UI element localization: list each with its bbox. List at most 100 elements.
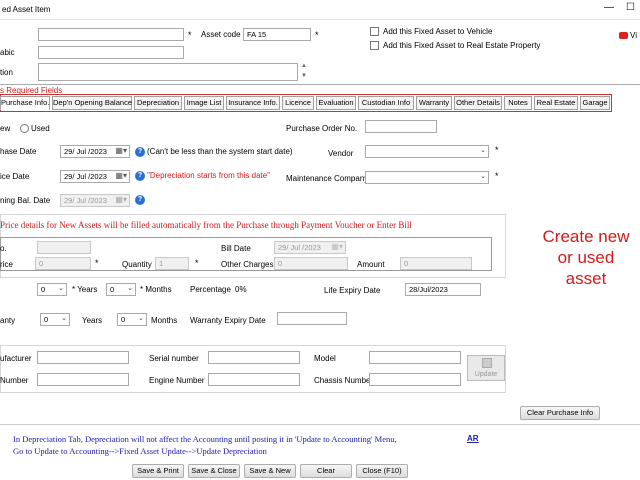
used-radio[interactable] xyxy=(20,124,29,133)
engine-number-field[interactable] xyxy=(208,373,300,386)
required-marker: * xyxy=(195,258,199,268)
service-date-value: 29/ Jul /2023 xyxy=(64,172,107,181)
bill-date-value: 29/ Jul /2023 xyxy=(278,243,321,252)
warranty-expiry-label: Warranty Expiry Date xyxy=(190,316,266,325)
other-charges-field[interactable]: 0 xyxy=(274,257,348,270)
footer-note-line1: In Depreciation Tab, Depreciation will n… xyxy=(13,434,397,444)
save-icon xyxy=(482,358,492,368)
tab-depn-opening-balance[interactable]: Dep'n Opening Balance xyxy=(52,96,132,110)
save-print-button[interactable]: Save & Print xyxy=(132,464,184,478)
warranty-years-select[interactable]: 0 ⌄ xyxy=(40,313,70,326)
purchase-date-value: 29/ Jul /2023 xyxy=(64,147,107,156)
calendar-icon[interactable]: ▦▾ xyxy=(115,146,127,156)
life-years-text: Years xyxy=(77,285,98,294)
amount-label: Amount xyxy=(357,260,385,269)
service-date-label: ice Date xyxy=(0,172,30,181)
required-marker: * xyxy=(315,30,319,40)
required-marker: * xyxy=(495,171,499,181)
maximize-button[interactable]: ☐ xyxy=(626,3,635,13)
calendar-icon[interactable]: ▦▾ xyxy=(115,171,127,181)
help-icon[interactable]: ? xyxy=(135,147,145,157)
tab-other-details[interactable]: Other Details xyxy=(454,96,502,110)
warranty-label: anty xyxy=(0,316,16,325)
warranty-expiry-field[interactable] xyxy=(277,312,347,325)
price-label: rice xyxy=(0,260,13,269)
service-date-field[interactable]: 29/ Jul /2023 ▦▾ xyxy=(60,170,130,183)
chevron-down-icon: ⌄ xyxy=(480,173,486,180)
price-field[interactable]: 0 xyxy=(35,257,91,270)
tab-notes[interactable]: Notes xyxy=(504,96,532,110)
divider xyxy=(0,424,640,425)
model-label: Model xyxy=(314,354,336,363)
tab-image-list[interactable]: Image List xyxy=(184,96,224,110)
close-button[interactable]: Close (F10) xyxy=(356,464,408,478)
arabic-name-label: abic xyxy=(0,48,15,57)
life-expiry-field[interactable]: 28/Jul/2023 xyxy=(405,283,481,296)
scroll-arrow-icon[interactable]: ▲ xyxy=(301,63,307,69)
model-field[interactable] xyxy=(369,351,461,364)
purchase-order-field[interactable] xyxy=(365,120,437,133)
tab-real-estate[interactable]: Real Estate xyxy=(534,96,578,110)
new-label: ew xyxy=(0,124,11,133)
warranty-months-label: Months xyxy=(151,316,178,325)
life-months-select[interactable]: 0 ⌄ xyxy=(106,283,136,296)
calendar-icon[interactable]: ▦▾ xyxy=(331,242,343,252)
warranty-months-value: 0 xyxy=(121,315,126,324)
minimize-button[interactable]: — xyxy=(604,3,614,13)
chassis-number-label: Chassis Number xyxy=(314,376,374,385)
voucher-no-field[interactable] xyxy=(37,241,91,254)
quantity-field[interactable]: 1 xyxy=(155,257,189,270)
tab-custodian-info[interactable]: Custodian Info xyxy=(358,96,414,110)
life-years-select[interactable]: 0 ⌄ xyxy=(37,283,67,296)
divider xyxy=(0,84,640,85)
description-field[interactable] xyxy=(38,63,298,81)
video-link[interactable]: Vi xyxy=(630,31,637,41)
name-field[interactable] xyxy=(38,28,184,41)
number-field[interactable] xyxy=(37,373,129,386)
window-title: ed Asset Item xyxy=(2,5,51,14)
clear-purchase-info-button[interactable]: Clear Purchase Info xyxy=(520,406,600,420)
opening-bal-date-field[interactable]: 29/ Jul /2023 ▦▾ xyxy=(60,194,130,207)
add-real-estate-checkbox[interactable] xyxy=(370,41,379,50)
tab-warranty[interactable]: Warranty xyxy=(416,96,452,110)
youtube-icon[interactable] xyxy=(619,32,628,39)
service-date-note: "Depreciation starts from this date" xyxy=(147,171,271,180)
vendor-select[interactable]: ⌄ xyxy=(365,145,489,158)
scroll-arrow-icon[interactable]: ▼ xyxy=(301,73,307,79)
purchase-date-note: (Can't be less than the system start dat… xyxy=(147,147,293,156)
update-button[interactable]: Update xyxy=(467,355,505,381)
tab-evaluation[interactable]: Evaluation xyxy=(316,96,356,110)
tab-purchase-info[interactable]: Purchase Info. xyxy=(0,96,50,110)
life-months-label: * Months xyxy=(140,285,172,294)
side-note: Create new or used asset xyxy=(532,226,640,289)
tab-garage[interactable]: Garage xyxy=(580,96,610,110)
arabic-name-field[interactable] xyxy=(38,46,184,59)
clear-button[interactable]: Clear xyxy=(300,464,352,478)
add-vehicle-checkbox[interactable] xyxy=(370,27,379,36)
required-marker: * xyxy=(188,30,192,40)
calendar-icon[interactable]: ▦▾ xyxy=(115,195,127,205)
manufacturer-label: ufacturer xyxy=(0,354,32,363)
help-icon[interactable]: ? xyxy=(135,171,145,181)
ar-link[interactable]: AR xyxy=(467,434,479,444)
bill-date-field[interactable]: 29/ Jul /2023 ▦▾ xyxy=(274,241,346,254)
warranty-months-select[interactable]: 0 ⌄ xyxy=(117,313,147,326)
maintenance-company-select[interactable]: ⌄ xyxy=(365,171,489,184)
tab-licence[interactable]: Licence xyxy=(282,96,314,110)
tab-insurance-info[interactable]: Insurance Info. xyxy=(226,96,280,110)
manufacturer-field[interactable] xyxy=(37,351,129,364)
asset-code-field[interactable]: FA 15 xyxy=(243,28,311,41)
amount-field[interactable]: 0 xyxy=(400,257,472,270)
purchase-date-field[interactable]: 29/ Jul /2023 ▦▾ xyxy=(60,145,130,158)
serial-number-field[interactable] xyxy=(208,351,300,364)
chevron-down-icon: ⌄ xyxy=(127,285,133,292)
opening-bal-date-value: 29/ Jul /2023 xyxy=(64,196,107,205)
save-close-button[interactable]: Save & Close xyxy=(188,464,240,478)
maintenance-company-label: Maintenance Company xyxy=(286,174,369,183)
save-new-button[interactable]: Save & New xyxy=(244,464,296,478)
help-icon[interactable]: ? xyxy=(135,195,145,205)
add-vehicle-label: Add this Fixed Asset to Vehicle xyxy=(383,27,493,36)
tab-depreciation[interactable]: Depreciation xyxy=(134,96,182,110)
chassis-number-field[interactable] xyxy=(369,373,461,386)
purchase-order-label: Purchase Order No. xyxy=(286,124,358,133)
